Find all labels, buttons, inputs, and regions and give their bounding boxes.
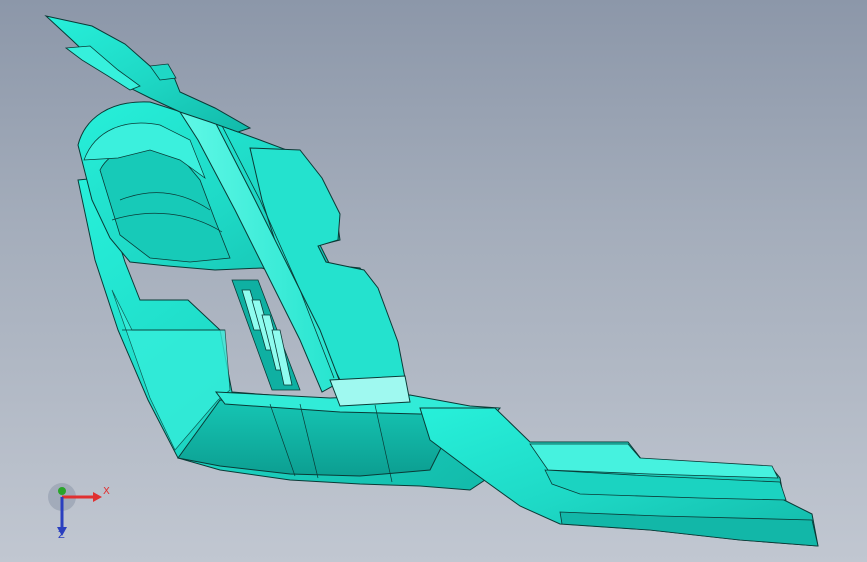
3d-viewport[interactable]: X Z	[0, 0, 867, 562]
x-axis-label: X	[103, 486, 110, 497]
y-axis-dot-icon	[58, 487, 66, 495]
3d-model[interactable]	[0, 0, 867, 562]
axis-triad: X Z	[40, 478, 120, 548]
x-axis-arrow-icon	[93, 492, 102, 502]
z-axis-label: Z	[58, 530, 65, 541]
ledge-block	[329, 375, 411, 407]
